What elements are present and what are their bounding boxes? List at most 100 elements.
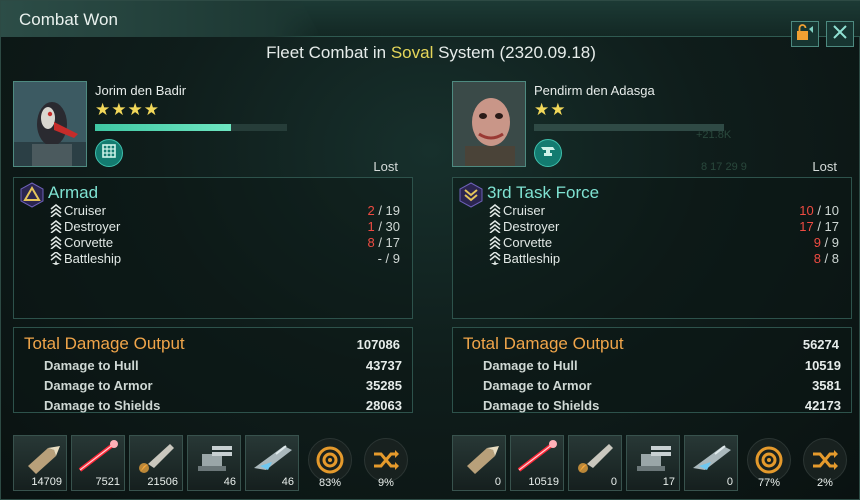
left-leader-portrait[interactable] [13, 81, 87, 167]
evasion-stat[interactable]: 2% [798, 435, 852, 491]
ships-lost: 10 [799, 203, 814, 218]
combat-report-window: Combat Won Fleet Combat in Soval System … [0, 0, 860, 500]
chevron-rank-icon [489, 204, 501, 218]
ships-lost: 2 [367, 203, 375, 218]
ships-total: / 9 [820, 235, 839, 250]
right-lost-header: Lost [812, 159, 837, 174]
ships-lost: 1 [367, 219, 375, 234]
weapon-damage-value: 46 [281, 476, 294, 488]
weapon-damage-value: 21506 [147, 476, 178, 488]
right-leader-stars: ★★ [534, 100, 567, 119]
weapon-slot-missile[interactable]: 0 [568, 435, 622, 491]
evasion-value: 9% [378, 477, 394, 489]
ships-total: / 9 [381, 251, 400, 266]
damage-hull-row: Damage to Hull 43737 [44, 358, 402, 373]
fleet-emblem-icon [458, 182, 484, 208]
total-damage-value: 107086 [356, 337, 400, 352]
damage-hull-label: Damage to Hull [483, 358, 578, 373]
right-ship-row-battleship: Battleship 8 / 8 [489, 251, 839, 267]
weapon-slot-point-defense[interactable]: 46 [187, 435, 241, 491]
chevron-rank-icon [489, 236, 501, 250]
ship-class-label: Cruiser [64, 203, 106, 218]
left-health-bar [95, 124, 287, 131]
ship-count: 2 / 19 [367, 203, 400, 218]
combat-subtitle: Fleet Combat in Soval System (2320.09.18… [1, 43, 860, 63]
ship-count: 8 / 8 [814, 251, 839, 266]
damage-shields-label: Damage to Shields [44, 398, 161, 413]
ship-class-label: Corvette [503, 235, 553, 250]
weapon-slot-point-defense[interactable]: 17 [626, 435, 680, 491]
star-rank-icon [50, 251, 62, 265]
left-ship-row-destroyer: Destroyer 1 / 30 [50, 219, 400, 235]
ship-count: 1 / 30 [367, 219, 400, 234]
ship-count: 8 / 17 [367, 235, 400, 250]
right-combatant-panel: Pendirm den Adasga ★★ Lost 3rd Task Forc… [452, 79, 852, 500]
right-ship-row-corvette: Corvette 9 / 9 [489, 235, 839, 251]
weapon-damage-value: 0 [610, 476, 617, 488]
damage-armor-row: Damage to Armor 35285 [44, 378, 402, 393]
total-damage-label: Total Damage Output [24, 334, 185, 353]
shuffle-arrows-icon [803, 438, 847, 482]
ships-total: / 30 [374, 219, 400, 234]
right-fleet-name[interactable]: 3rd Task Force [487, 183, 599, 203]
left-health-fill [95, 124, 232, 131]
ship-class-label: Destroyer [64, 219, 121, 234]
left-combatant-panel: Jorim den Badir ★★★★ Lost Armad Cruiser … [13, 79, 413, 500]
right-ship-row-cruiser: Cruiser 10 / 10 [489, 203, 839, 219]
weapon-damage-value: 14709 [31, 476, 62, 488]
star-rank-icon [489, 251, 501, 265]
damage-shields-label: Damage to Shields [483, 398, 600, 413]
system-link[interactable]: Soval [391, 43, 434, 62]
damage-armor-value: 35285 [365, 378, 402, 393]
close-icon [832, 24, 848, 45]
ship-class-label: Battleship [64, 251, 122, 266]
target-icon [747, 438, 791, 482]
damage-hull-value: 10519 [804, 358, 841, 373]
weapon-slot-laser[interactable]: 10519 [510, 435, 564, 491]
weapon-damage-value: 17 [662, 476, 675, 488]
left-leader-stars: ★★★★ [95, 100, 160, 119]
hit-chance-value: 83% [318, 477, 342, 489]
ships-lost: 8 [813, 251, 821, 266]
total-damage-label: Total Damage Output [463, 334, 624, 353]
subtitle-prefix: Fleet Combat in [266, 43, 391, 62]
ship-class-label: Battleship [503, 251, 561, 266]
damage-shields-value: 42173 [804, 398, 841, 413]
damage-armor-value: 3581 [812, 378, 841, 393]
chevron-rank-icon [489, 220, 501, 234]
left-ship-row-battleship: Battleship - / 9 [50, 251, 400, 267]
left-lost-header: Lost [373, 159, 398, 174]
ship-count: - / 9 [378, 251, 400, 266]
weapon-damage-value: 0 [726, 476, 733, 488]
ships-total: / 19 [374, 203, 400, 218]
left-damage-box: Total Damage Output 107086 Damage to Hul… [13, 327, 413, 413]
ship-class-label: Corvette [64, 235, 114, 250]
weapon-slot-strike-craft[interactable]: 46 [245, 435, 299, 491]
evasion-value: 2% [817, 477, 833, 489]
window-title: Combat Won [19, 10, 118, 29]
right-ship-row-destroyer: Destroyer 17 / 17 [489, 219, 839, 235]
damage-armor-label: Damage to Armor [44, 378, 153, 393]
ships-lost: 17 [799, 219, 814, 234]
hit-chance-stat[interactable]: 77% [742, 435, 796, 491]
shuffle-arrows-icon [364, 438, 408, 482]
right-leader-portrait[interactable] [452, 81, 526, 167]
weapon-slot-strike-craft[interactable]: 0 [684, 435, 738, 491]
damage-shields-value: 28063 [365, 398, 402, 413]
weapon-slot-kinetic[interactable]: 0 [452, 435, 506, 491]
ship-count: 9 / 9 [814, 235, 839, 250]
right-health-bar [534, 124, 724, 131]
left-fleet-box: Armad Cruiser 2 / 19 Destroyer 1 / 30 Co… [13, 177, 413, 319]
right-damage-box: Total Damage Output 56274 Damage to Hull… [452, 327, 852, 413]
left-ship-row-corvette: Corvette 8 / 17 [50, 235, 400, 251]
left-fleet-name[interactable]: Armad [48, 183, 98, 203]
weapon-damage-value: 7521 [95, 476, 120, 488]
hit-chance-stat[interactable]: 83% [303, 435, 357, 491]
weapon-slot-laser[interactable]: 7521 [71, 435, 125, 491]
chevron-rank-icon [50, 236, 62, 250]
weapon-slot-kinetic[interactable]: 14709 [13, 435, 67, 491]
evasion-stat[interactable]: 9% [359, 435, 413, 491]
weapon-slot-missile[interactable]: 21506 [129, 435, 183, 491]
damage-shields-row: Damage to Shields 28063 [44, 398, 402, 413]
damage-hull-label: Damage to Hull [44, 358, 139, 373]
